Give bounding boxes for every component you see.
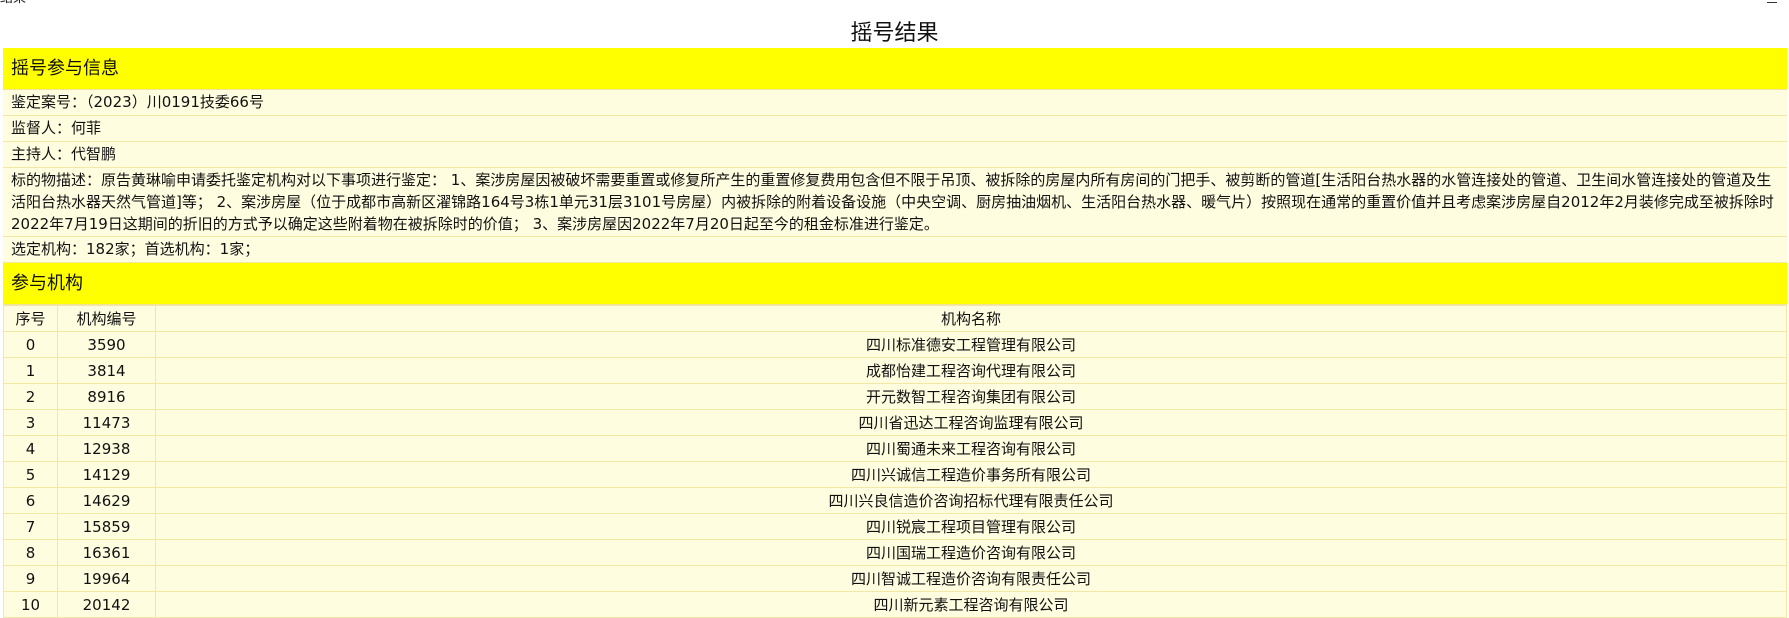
row-index-cell: 8 <box>3 539 58 566</box>
row-code-cell: 20142 <box>57 591 156 618</box>
org-table-body: 0 3590 四川标准德安工程管理有限公司 1 3814 成都怡建工程咨询代理有限公司 2 8… <box>3 331 1787 618</box>
row-code-cell: 15859 <box>57 513 156 540</box>
subject-value: 原告黄琳喻申请委托鉴定机构对以下事项进行鉴定： 1、案涉房屋因被破坏需要重置或修… <box>11 171 1774 233</box>
row-index-cell: 5 <box>3 461 58 488</box>
table-row: 4 12938 四川蜀通未来工程咨询有限公司 <box>3 435 1787 462</box>
row-code-cell: 11473 <box>57 409 156 436</box>
org-section-header: 参与机构 <box>3 263 1787 305</box>
table-row: 5 14129 四川兴诚信工程造价事务所有限公司 <box>3 461 1787 488</box>
selection-value: 182家；首选机构：1家； <box>86 240 260 258</box>
row-name-cell: 四川兴诚信工程造价事务所有限公司 <box>155 461 1787 488</box>
org-table: 序号 机构编号 机构名称 0 3590 四川标准德安工程管理有限公司 1 3814 成都怡… <box>3 305 1787 618</box>
selection-label: 选定机构： <box>11 240 87 258</box>
table-row: 8 16361 四川国瑞工程造价咨询有限公司 <box>3 539 1787 566</box>
page-title: 摇号结果 <box>850 21 939 46</box>
info-section-header: 摇号参与信息 <box>3 48 1787 90</box>
supervisor-value: 何菲 <box>71 119 102 137</box>
result-container: 摇号参与信息 鉴定案号：（2023）川0191技委66号 监督人：何菲 主持人：… <box>3 48 1787 618</box>
row-name-cell: 四川标准德安工程管理有限公司 <box>155 331 1787 358</box>
window-titlebar: 结果 <box>0 0 1789 8</box>
row-name-cell: 开元数智工程咨询集团有限公司 <box>155 383 1787 410</box>
column-header-name: 机构名称 <box>155 305 1787 332</box>
row-name-cell: 成都怡建工程咨询代理有限公司 <box>155 357 1787 384</box>
table-row: 2 8916 开元数智工程咨询集团有限公司 <box>3 383 1787 410</box>
table-row: 1 3814 成都怡建工程咨询代理有限公司 <box>3 357 1787 384</box>
row-index-cell: 3 <box>3 409 58 436</box>
row-name-cell: 四川兴良信造价咨询招标代理有限责任公司 <box>155 487 1787 514</box>
row-code-cell: 3590 <box>57 331 156 358</box>
row-code-cell: 19964 <box>57 565 156 592</box>
supervisor-label: 监督人： <box>11 119 72 137</box>
row-code-cell: 14129 <box>57 461 156 488</box>
subject-label: 标的物描述： <box>11 171 102 189</box>
table-row: 3 11473 四川省迅达工程咨询监理有限公司 <box>3 409 1787 436</box>
row-index-cell: 1 <box>3 357 58 384</box>
table-row: 6 14629 四川兴良信造价咨询招标代理有限责任公司 <box>3 487 1787 514</box>
row-index-cell: 10 <box>3 591 58 618</box>
row-name-cell: 四川省迅达工程咨询监理有限公司 <box>155 409 1787 436</box>
case-number-row: 鉴定案号：（2023）川0191技委66号 <box>3 90 1787 116</box>
row-code-cell: 16361 <box>57 539 156 566</box>
host-row: 主持人：代智鹏 <box>3 142 1787 168</box>
row-index-cell: 4 <box>3 435 58 462</box>
row-code-cell: 8916 <box>57 383 156 410</box>
host-label: 主持人： <box>11 145 72 163</box>
row-index-cell: 9 <box>3 565 58 592</box>
selection-row: 选定机构：182家；首选机构：1家； <box>3 237 1787 263</box>
case-number-value: （2023）川0191技委66号 <box>86 93 264 111</box>
row-name-cell: 四川国瑞工程造价咨询有限公司 <box>155 539 1787 566</box>
host-value: 代智鹏 <box>71 145 117 163</box>
subject-description-row: 标的物描述：原告黄琳喻申请委托鉴定机构对以下事项进行鉴定： 1、案涉房屋因被破坏… <box>3 168 1787 237</box>
table-row: 7 15859 四川锐宸工程项目管理有限公司 <box>3 513 1787 540</box>
row-name-cell: 四川蜀通未来工程咨询有限公司 <box>155 435 1787 462</box>
case-number-label: 鉴定案号： <box>11 93 87 111</box>
column-header-index: 序号 <box>3 305 58 332</box>
table-row: 10 20142 四川新元素工程咨询有限公司 <box>3 591 1787 618</box>
table-row: 0 3590 四川标准德安工程管理有限公司 <box>3 331 1787 358</box>
row-name-cell: 四川锐宸工程项目管理有限公司 <box>155 513 1787 540</box>
supervisor-row: 监督人：何菲 <box>3 116 1787 142</box>
row-name-cell: 四川新元素工程咨询有限公司 <box>155 591 1787 618</box>
minimize-icon[interactable] <box>1767 2 1777 3</box>
table-row: 9 19964 四川智诚工程造价咨询有限责任公司 <box>3 565 1787 592</box>
row-code-cell: 12938 <box>57 435 156 462</box>
window-title: 结果 <box>0 0 26 7</box>
table-header-row: 序号 机构编号 机构名称 <box>3 305 1787 332</box>
row-index-cell: 7 <box>3 513 58 540</box>
row-index-cell: 6 <box>3 487 58 514</box>
row-index-cell: 2 <box>3 383 58 410</box>
row-code-cell: 14629 <box>57 487 156 514</box>
column-header-code: 机构编号 <box>57 305 156 332</box>
row-index-cell: 0 <box>3 331 58 358</box>
row-name-cell: 四川智诚工程造价咨询有限责任公司 <box>155 565 1787 592</box>
row-code-cell: 3814 <box>57 357 156 384</box>
